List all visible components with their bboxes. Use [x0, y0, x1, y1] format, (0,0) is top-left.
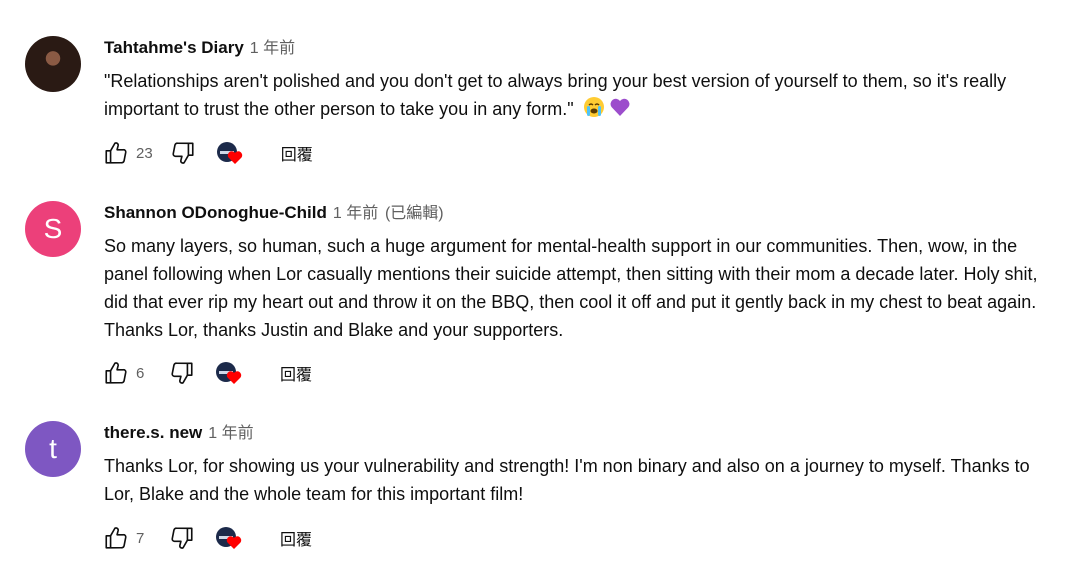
thumbs-down-icon: [171, 362, 193, 384]
avatar[interactable]: S: [25, 201, 81, 257]
dislike-button[interactable]: [166, 522, 198, 554]
thumbs-up-icon: [105, 527, 127, 549]
heart-icon: [227, 151, 242, 164]
comment-time[interactable]: 1 年前: [333, 205, 378, 222]
comment-actions: 7 回覆: [100, 522, 312, 554]
author-name[interactable]: Shannon ODonoghue-Child: [104, 203, 327, 222]
avatar[interactable]: [25, 36, 81, 92]
like-count: 7: [136, 529, 145, 547]
reply-button[interactable]: 回覆: [280, 361, 312, 385]
comment-time[interactable]: 1 年前: [208, 425, 253, 442]
author-name[interactable]: Tahtahme's Diary: [104, 38, 244, 57]
edited-label: (已編輯): [384, 205, 444, 222]
comment-header: Tahtahme's Diary 1 年前: [104, 36, 295, 61]
creator-heart-icon: [216, 525, 242, 551]
comment-time[interactable]: 1 年前: [250, 40, 295, 57]
purple-heart-emoji-icon: [609, 96, 631, 126]
dislike-button[interactable]: [166, 357, 198, 389]
comment-header: Shannon ODonoghue-Child 1 年前 (已編輯): [104, 201, 444, 226]
like-count: 23: [136, 144, 153, 162]
like-button[interactable]: [100, 357, 132, 389]
comment-body: "Relationships aren't polished and you d…: [104, 71, 1007, 119]
thumbs-up-icon: [105, 142, 127, 164]
thumbs-down-icon: [172, 142, 194, 164]
avatar[interactable]: t: [25, 421, 81, 477]
reply-button[interactable]: 回覆: [280, 526, 312, 550]
creator-heart-icon: [216, 360, 242, 386]
comment-actions: 23 回覆: [100, 137, 313, 169]
thumbs-up-icon: [105, 362, 127, 384]
dislike-button[interactable]: [167, 137, 199, 169]
reply-button[interactable]: 回覆: [281, 141, 313, 165]
crying-emoji-icon: [583, 96, 605, 126]
comment-header: there.s. new 1 年前: [104, 421, 254, 446]
heart-icon: [226, 536, 242, 549]
like-button[interactable]: [100, 137, 132, 169]
comment-text: Thanks Lor, for showing us your vulnerab…: [104, 456, 1030, 504]
author-name[interactable]: there.s. new: [104, 423, 202, 442]
like-count: 6: [136, 364, 145, 382]
creator-heart-icon: [216, 140, 243, 166]
heart-icon: [226, 371, 242, 384]
comment-text: So many layers, so human, such a huge ar…: [104, 236, 1038, 340]
comment-text: "Relationships aren't polished and you d…: [104, 67, 1054, 126]
thumbs-down-icon: [171, 527, 193, 549]
comment-actions: 6 回覆: [100, 357, 312, 389]
like-button[interactable]: [100, 522, 132, 554]
